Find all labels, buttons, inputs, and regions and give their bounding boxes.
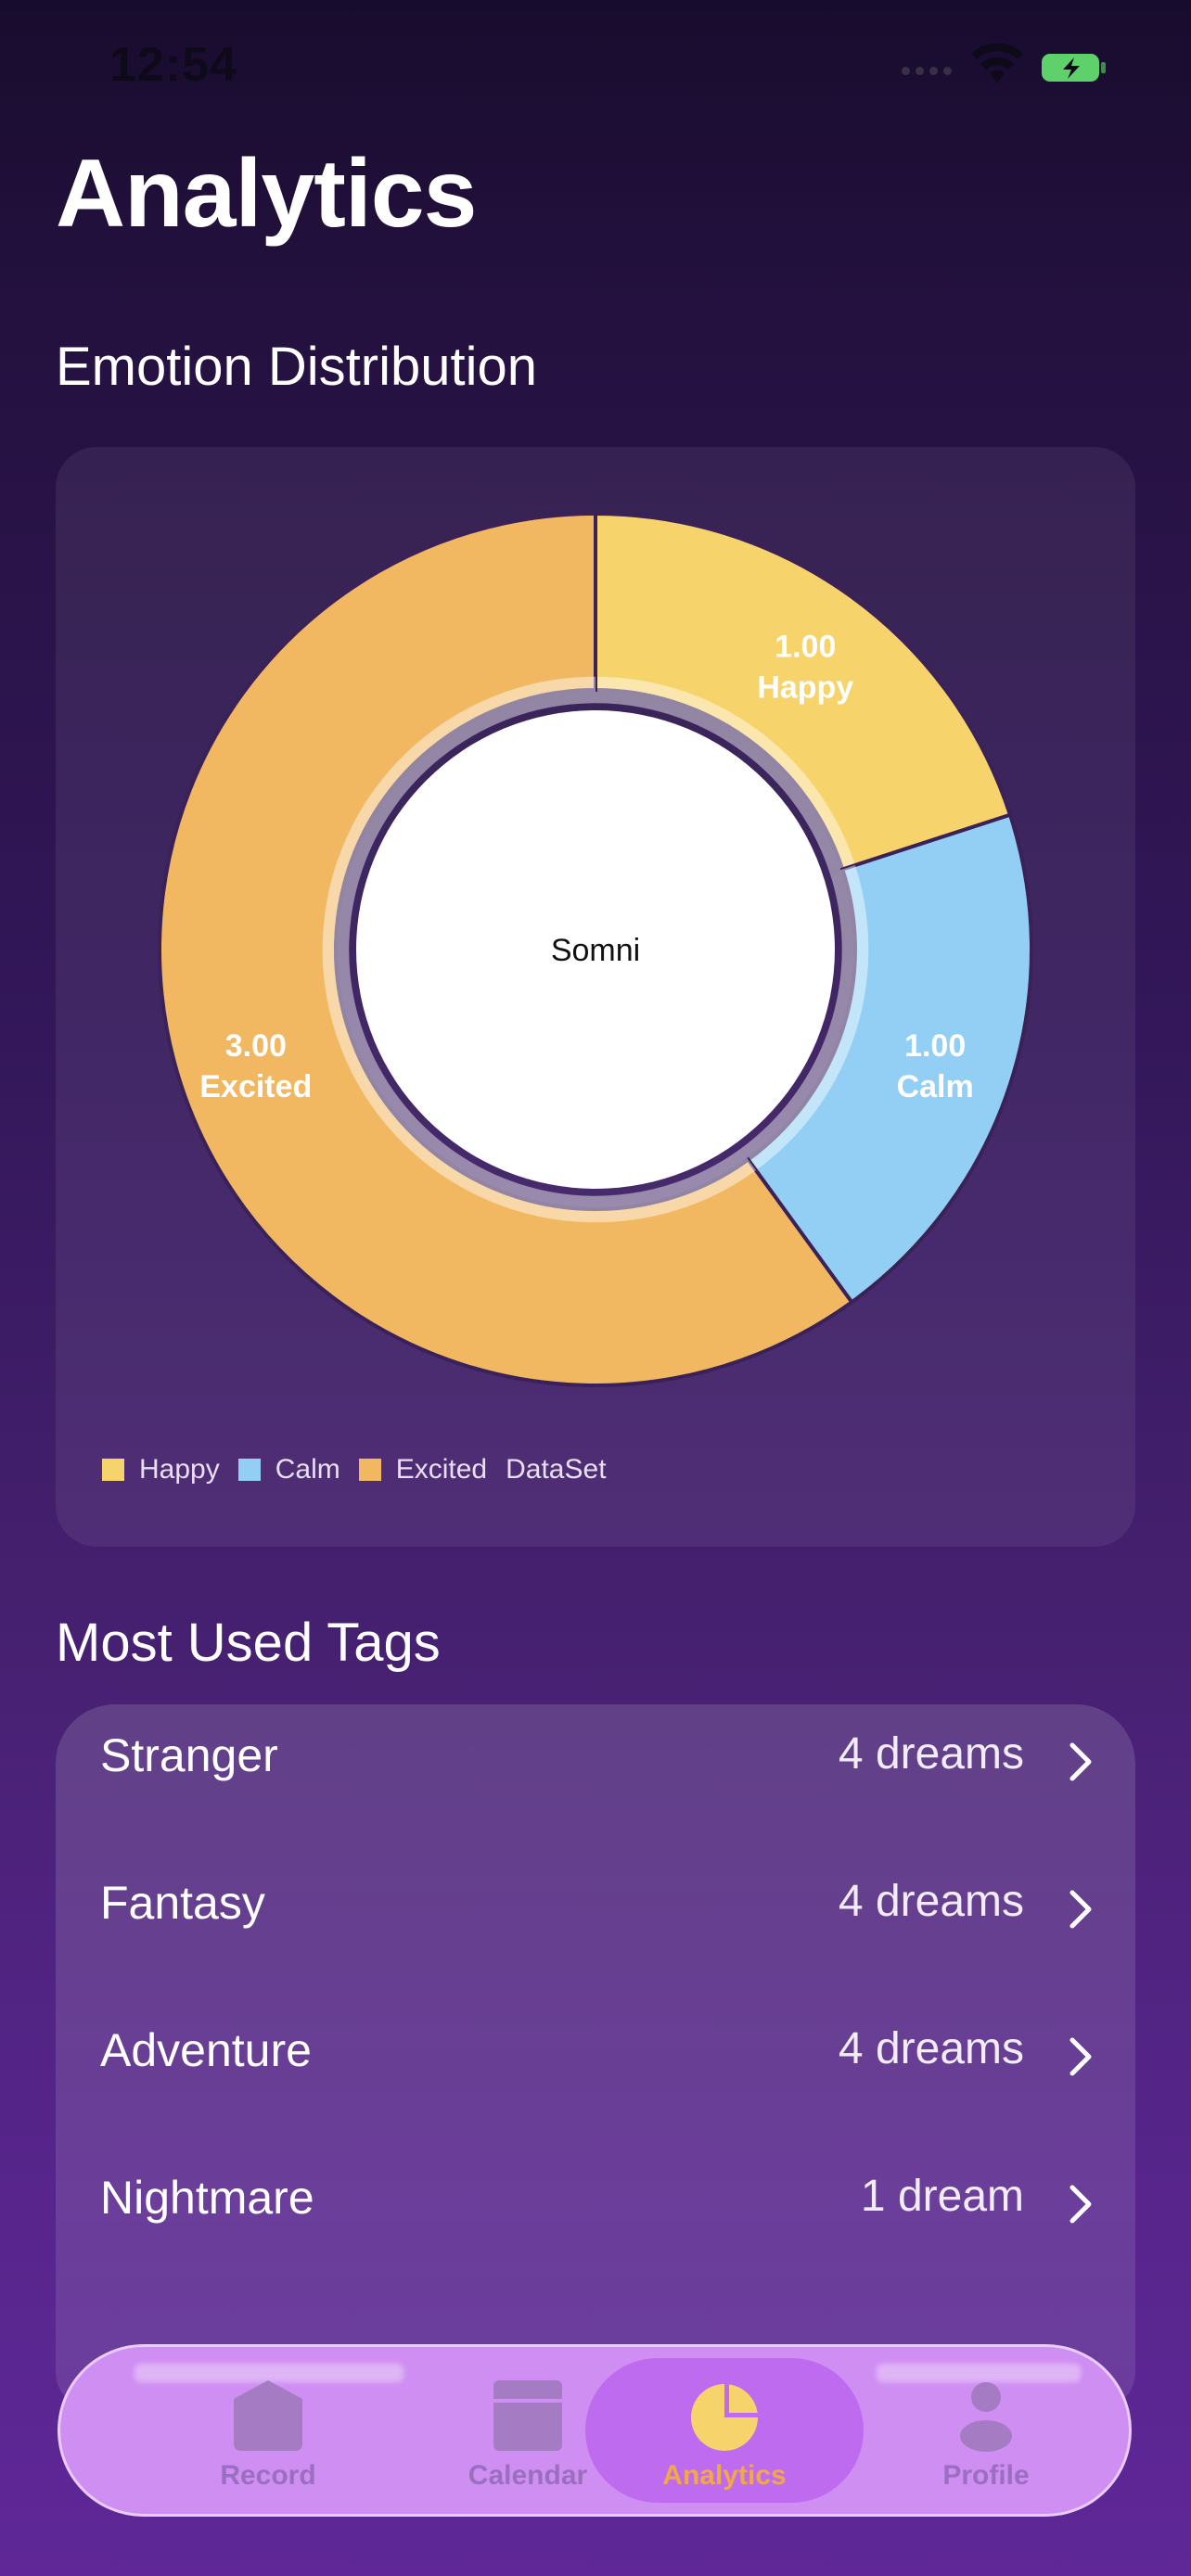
slice-category-label-happy: Happy [757,670,853,706]
battery-icon [1042,54,1106,82]
tab-record[interactable]: Record [147,2347,389,2519]
chevron-right-icon [1069,2037,1092,2076]
chevron-right-icon [1069,1742,1092,1781]
slice-value-label-excited: 3.00 [225,1028,287,1064]
wifi-icon [971,43,1023,83]
slice-value-label-happy: 1.00 [775,630,836,665]
page-title: Analytics [56,140,477,248]
tab-label: Record [220,2460,316,2491]
chevron-right-icon [1069,2185,1092,2224]
slice-category-label-calm: Calm [897,1069,974,1104]
legend-item-excited: Excited [358,1454,488,1486]
emotion-chart-card: 1.00 Happy 1.00 Calm 3.00 Excited Somni Happy … [56,447,1135,1547]
tag-row-stranger[interactable]: Stranger 4 dreams [56,1704,1135,1816]
emotion-distribution-title: Emotion Distribution [56,337,537,397]
tag-row-fantasy[interactable]: Fantasy 4 dreams [56,1852,1135,1963]
tag-row-adventure[interactable]: Adventure 4 dreams [56,1999,1135,2111]
legend-dataset-label: DataSet [506,1454,607,1485]
tab-label: Profile [942,2460,1030,2491]
tag-count: 4 dreams [838,1729,1024,1779]
legend-swatch-excited [358,1459,381,1481]
legend-swatch-happy [102,1459,124,1481]
legend-label-calm: Calm [275,1454,340,1485]
status-time: 12:54 [109,38,237,92]
tab-label: Analytics [662,2460,787,2491]
slice-category-label-excited: Excited [199,1069,312,1104]
tab-profile[interactable]: Profile [865,2347,1107,2519]
profile-icon [960,2382,1012,2452]
tag-count: 4 dreams [838,1877,1024,1926]
tab-bar: Record Calendar Analytics Profile [58,2344,1132,2517]
legend-label-excited: Excited [395,1454,488,1485]
tab-analytics[interactable]: Analytics [604,2347,845,2519]
tag-count: 1 dream [860,2172,1024,2221]
donut-center-text: Somni [551,933,640,968]
legend-swatch-calm [237,1459,261,1481]
slice-value-label-calm: 1.00 [904,1028,966,1064]
most-used-tags-title: Most Used Tags [56,1613,441,1673]
cellular-signal-icon [902,67,952,75]
tag-name: Nightmare [100,2172,314,2224]
status-bar: 12:54 [0,0,1191,130]
legend-label-happy: Happy [139,1454,220,1485]
legend-item-calm: Calm [237,1454,340,1486]
tag-name: Adventure [100,2024,312,2076]
tag-name: Fantasy [100,1877,265,1929]
tags-list: Stranger 4 dreams Fantasy 4 dreams Adven… [56,1704,1135,2409]
record-icon [234,2380,302,2451]
calendar-icon [493,2380,562,2451]
tag-row-nightmare[interactable]: Nightmare 1 dream [56,2147,1135,2258]
analytics-icon [691,2384,758,2451]
tag-count: 4 dreams [838,2024,1024,2073]
chart-legend: Happy Calm Excited DataSet [102,1454,607,1486]
tag-name: Stranger [100,1729,278,1781]
emotion-donut-chart[interactable]: 1.00 Happy 1.00 Calm 3.00 Excited Somni [56,447,1135,1547]
chevron-right-icon [1069,1890,1092,1929]
legend-item-happy: Happy [102,1454,220,1486]
